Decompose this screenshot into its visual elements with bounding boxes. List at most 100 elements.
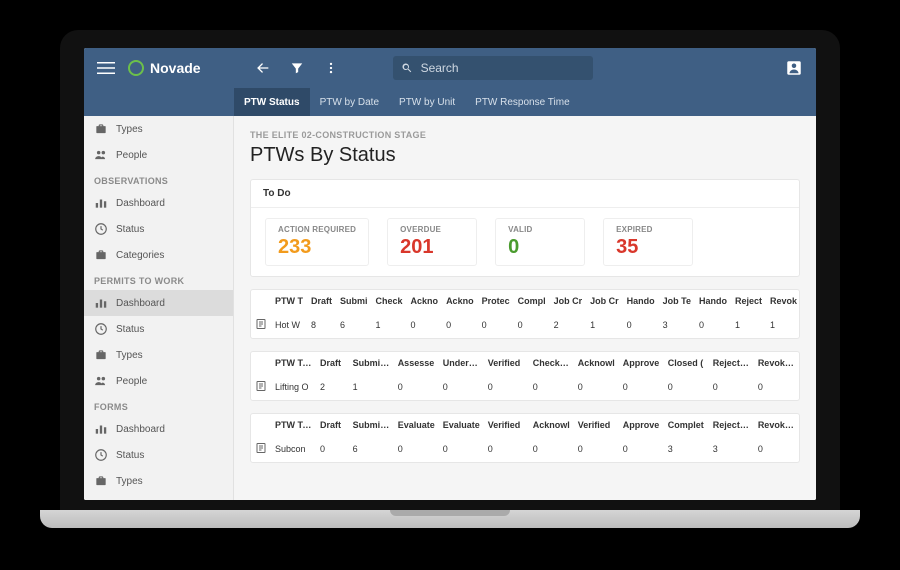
ptw-table-card: PTW TDraftSubmiCheckAcknoAcknoProtecComp… [250,289,800,339]
brand: Novade [128,60,201,76]
search-input[interactable]: Search [393,56,593,80]
sidebar-item-people[interactable]: People [84,368,233,394]
sidebar-item-categories[interactable]: Categories [84,242,233,268]
table-header: Rejected [709,352,754,374]
sidebar-item-status[interactable]: Status [84,442,233,468]
clock-icon [94,222,108,236]
tab-ptw-status[interactable]: PTW Status [234,88,310,116]
briefcase-icon [94,474,108,488]
tab-ptw-by-unit[interactable]: PTW by Unit [389,88,465,116]
sidebar-item-label: Status [116,324,144,335]
table-cell: 3 [664,436,709,462]
table-header: Job Cr [586,290,623,312]
table-cell: 0 [619,374,664,400]
table-cell: 0 [394,436,439,462]
screen-bezel: Novade Search [60,30,840,510]
summary-overdue: OVERDUE201 [387,218,477,266]
briefcase-icon [94,248,108,262]
sidebar-item-label: Categories [116,250,164,261]
table-cell: 0 [529,374,574,400]
sidebar-item-types[interactable]: Types [84,468,233,494]
sidebar-item-label: Types [116,476,143,487]
table-header: Ackno [407,290,443,312]
sidebar-item-label: People [116,376,147,387]
account-icon[interactable] [782,56,806,80]
table-header: Reject [731,290,766,312]
table-row[interactable]: Subcon06000000330 [251,436,799,462]
table-cell: 0 [574,436,619,462]
breadcrumb: THE ELITE 02-CONSTRUCTION STAGE [250,130,800,140]
row-label: Subcon [271,436,316,462]
table-header: Acknowl [574,352,619,374]
table-header: Ackno [442,290,478,312]
table-cell: 2 [316,374,349,400]
sidebar-item-types[interactable]: Types [84,116,233,142]
sidebar-item-label: Dashboard [116,298,165,309]
filter-icon[interactable] [285,56,309,80]
summary-value: 35 [616,236,680,259]
table-cell: 3 [659,312,695,338]
table-header: Hando [623,290,659,312]
sidebar-item-label: Types [116,350,143,361]
briefcase-icon [94,348,108,362]
table-cell: 0 [394,374,439,400]
table-row[interactable]: Lifting O21000000000 [251,374,799,400]
back-icon[interactable] [251,56,275,80]
sidebar: TypesPeopleOBSERVATIONSDashboardStatusCa… [84,116,234,500]
search-icon [401,62,413,74]
table-cell: 1 [731,312,766,338]
table-header: Submi [336,290,372,312]
document-icon [251,312,271,338]
table-cell: 0 [664,374,709,400]
people-icon [94,374,108,388]
sidebar-item-label: Dashboard [116,198,165,209]
sidebar-item-types[interactable]: Types [84,342,233,368]
summary-label: ACTION REQUIRED [278,225,356,234]
table-header: PTW Typ [271,352,316,374]
summary-label: EXPIRED [616,225,680,234]
sidebar-item-label: Dashboard [116,424,165,435]
app-screen: Novade Search [84,48,816,500]
sidebar-item-status[interactable]: Status [84,216,233,242]
sidebar-item-dashboard[interactable]: Dashboard [84,190,233,216]
table-cell: 0 [709,374,754,400]
table-header: PTW T [271,290,307,312]
summary-label: VALID [508,225,572,234]
more-icon[interactable] [319,56,343,80]
sidebar-item-dashboard[interactable]: Dashboard [84,290,233,316]
table-header: Hando [695,290,731,312]
menu-icon[interactable] [94,56,118,80]
table-cell: 0 [619,436,664,462]
brand-name: Novade [150,60,201,76]
table-cell: 0 [695,312,731,338]
table-cell: 6 [349,436,394,462]
sidebar-item-label: People [116,150,147,161]
table-cell: 1 [349,374,394,400]
table-header: Verified [574,414,619,436]
app-body: TypesPeopleOBSERVATIONSDashboardStatusCa… [84,116,816,500]
table-cell: 0 [442,312,478,338]
sidebar-item-label: Status [116,450,144,461]
table-row[interactable]: Hot W86100002103011 [251,312,801,338]
sidebar-item-status[interactable]: Status [84,316,233,342]
table-cell: 0 [623,312,659,338]
table-header: Compl [514,290,550,312]
table-header: Revoked [754,352,799,374]
summary-label: OVERDUE [400,225,464,234]
tab-bar: PTW StatusPTW by DatePTW by UnitPTW Resp… [84,88,816,116]
clock-icon [94,448,108,462]
ptw-table: PTW TypDraftSubmitteEvaluateEvaluateVeri… [251,414,799,462]
summary-action-required: ACTION REQUIRED233 [265,218,369,266]
summary-value: 0 [508,236,572,259]
sidebar-item-people[interactable]: People [84,142,233,168]
table-cell: 0 [754,374,799,400]
table-cell: 0 [529,436,574,462]
sidebar-item-dashboard[interactable]: Dashboard [84,416,233,442]
tab-ptw-by-date[interactable]: PTW by Date [310,88,389,116]
tab-ptw-response-time[interactable]: PTW Response Time [465,88,579,116]
sidebar-header: PERMITS TO WORK [84,268,233,290]
ptw-table-card: PTW TypDraftSubmitteEvaluateEvaluateVeri… [250,413,800,463]
search-placeholder: Search [421,61,459,75]
table-header: Revok [766,290,801,312]
summary-valid: VALID 0 [495,218,585,266]
